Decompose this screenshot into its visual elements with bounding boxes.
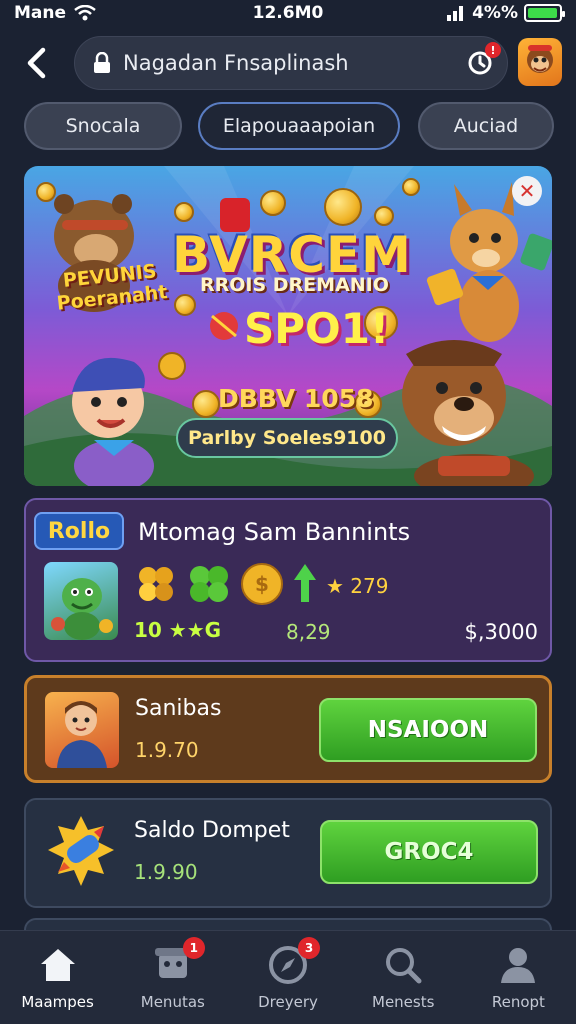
top-header: Nagadan Fnsaplinash ! [0, 32, 576, 94]
home-icon [38, 945, 78, 985]
person-icon [57, 701, 107, 768]
dragon-thumbnail [44, 562, 118, 640]
address-text: Nagadan Fnsaplinash [123, 51, 349, 75]
notification-badge: ! [485, 42, 501, 58]
chip-elapouaaapoian[interactable]: Elapouaaapoian [198, 102, 400, 150]
coin-decoration [260, 190, 286, 216]
notification-badge: 3 [298, 937, 320, 959]
bottom-navigation: Maampes 1 Menutas 3 Dreyery Menests Reno… [0, 930, 576, 1024]
nav-label: Dreyery [258, 993, 318, 1011]
clover-icon [190, 566, 228, 602]
battery-percent: 4%% [472, 3, 518, 23]
back-button[interactable] [12, 38, 62, 88]
rocket-icon [48, 816, 114, 886]
banner-cta-button[interactable]: Parlby Soeles9100 [176, 418, 398, 458]
nav-item-menests[interactable]: Menests [346, 931, 461, 1024]
nav-label: Maampes [21, 993, 94, 1011]
chip-snocala[interactable]: Snocala [24, 102, 182, 150]
offer-title: Sanibas [135, 696, 222, 721]
offer-amount: 1.9.70 [135, 738, 199, 762]
compass-icon: 3 [268, 937, 320, 985]
battery-icon [524, 4, 565, 22]
chevron-left-icon [27, 47, 46, 79]
banner-prize: DBBV 1058 [218, 384, 374, 413]
rocket-badge [44, 814, 118, 890]
promo-score: ★ 279 [326, 574, 389, 598]
nav-item-menutas[interactable]: 1 Menutas [115, 931, 230, 1024]
offer-card[interactable]: Sanibas 1.9.70 NSAIOON [24, 675, 552, 783]
profile-icon [498, 945, 538, 985]
promo-price: 8,29 [286, 620, 331, 644]
robot-icon: 1 [153, 937, 205, 985]
game-app-icon[interactable] [518, 38, 562, 86]
nav-label: Menutas [140, 993, 205, 1011]
banner-subtitle: RROIS DREMANIO [200, 274, 389, 296]
nav-label: Menests [372, 993, 435, 1011]
coin-decoration [402, 178, 420, 196]
address-bar[interactable]: Nagadan Fnsaplinash ! [74, 36, 508, 90]
monkey-icon [527, 45, 553, 73]
promo-title: Mtomag Sam Bannints [138, 518, 411, 546]
promo-tag: Rollo [34, 512, 124, 550]
wifi-icon [74, 5, 96, 21]
offer-title: Saldo Dompet [134, 818, 290, 843]
coin-decoration [374, 206, 394, 226]
wallet-action-button[interactable]: GROC4 [320, 820, 538, 884]
banner-jackpot: SPO1! [244, 304, 390, 353]
nav-item-dreyery[interactable]: 3 Dreyery [230, 931, 345, 1024]
carrier-label: Mane [14, 3, 67, 23]
chip-auciad[interactable]: Auciad [418, 102, 554, 150]
status-bar: Mane 12.6M0 4%% [0, 0, 576, 26]
promo-level: 10 ★★G [134, 618, 222, 642]
wallet-card[interactable]: Saldo Dompet 1.9.90 GROC4 [24, 798, 552, 908]
coin-icon: $ [241, 563, 283, 605]
reward-items: $ [134, 562, 318, 606]
coin-decoration [36, 182, 56, 202]
nav-label: Renopt [491, 993, 545, 1011]
search-icon [383, 945, 423, 985]
gem-cluster-icon [139, 567, 173, 601]
signal-icon [447, 6, 464, 21]
close-icon[interactable]: ✕ [512, 176, 542, 206]
coin-decoration [174, 202, 194, 222]
battery-level [528, 8, 557, 18]
dragon-icon [51, 578, 113, 640]
svg-text:$: $ [255, 572, 269, 596]
lock-icon [94, 52, 110, 73]
refresh-button[interactable]: ! [465, 42, 501, 78]
notification-badge: 1 [182, 937, 205, 959]
offer-action-button[interactable]: NSAIOON [319, 698, 537, 762]
coin-decoration [324, 188, 362, 226]
arrow-up-icon [294, 564, 316, 602]
avatar [45, 692, 119, 768]
category-chips: Snocala Elapouaaapoian Auciad [0, 102, 576, 152]
offer-amount: 1.9.90 [134, 860, 198, 884]
promo-total: $,3000 [464, 620, 538, 644]
promo-banner[interactable]: PEVUNIS Poeranaht BVRCEM RROIS DREMANIO … [24, 166, 552, 486]
coin-decoration [192, 390, 220, 418]
nav-item-maampes[interactable]: Maampes [0, 931, 115, 1024]
nav-item-renopt[interactable]: Renopt [461, 931, 576, 1024]
promo-card[interactable]: Rollo Mtomag Sam Bannints $ ★ 279 10 ★★G [24, 498, 552, 662]
